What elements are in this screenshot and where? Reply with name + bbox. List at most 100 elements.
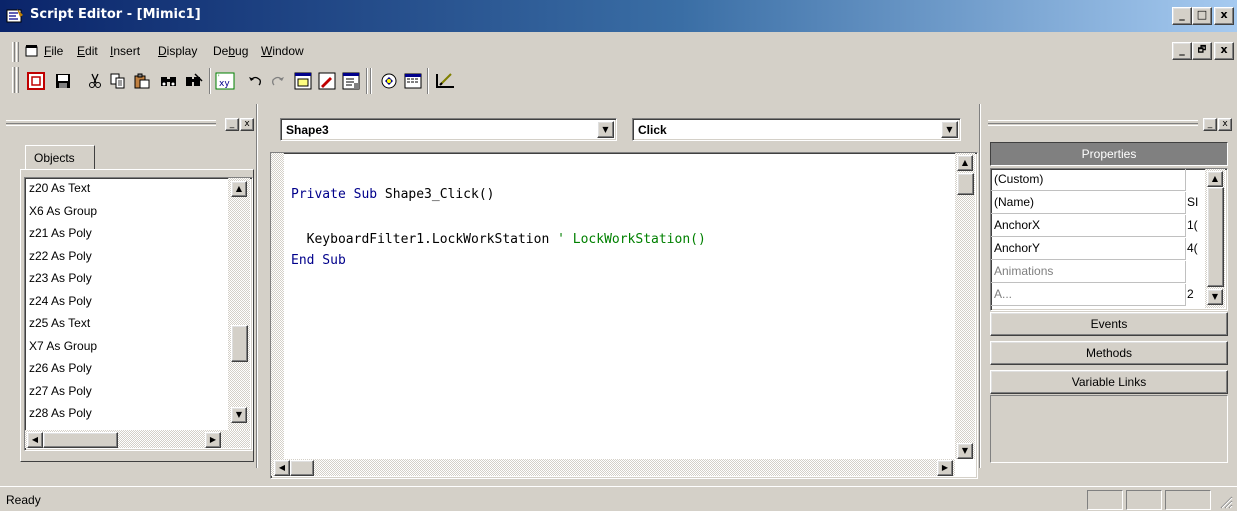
objects-panel-minimize-button[interactable]: _ xyxy=(225,118,239,131)
scroll-left-button[interactable]: ◀ xyxy=(27,432,43,448)
maximize-button[interactable]: □ xyxy=(1192,7,1212,25)
properties-grid[interactable]: (Custom) (Name) SI AnchorX 1(AnchorY 4(Animat… xyxy=(990,168,1228,311)
properties-panel-close-button[interactable]: x xyxy=(1218,118,1232,131)
right-splitter[interactable] xyxy=(979,104,981,468)
property-row[interactable]: (Custom) xyxy=(991,169,1186,191)
left-splitter[interactable] xyxy=(256,104,258,468)
event-select[interactable]: Click ▼ xyxy=(632,118,961,141)
properties-scroll-down-button[interactable]: ▼ xyxy=(1207,289,1223,305)
properties-scroll-up-button[interactable]: ▲ xyxy=(1207,171,1223,187)
code-line-2[interactable]: KeyboardFilter1.LockWorkStation ' LockWo… xyxy=(291,232,706,247)
properties-panel-minimize-button[interactable]: _ xyxy=(1203,118,1217,131)
property-row[interactable]: AnchorX 1( xyxy=(991,215,1198,237)
compile-icon[interactable] xyxy=(378,70,400,92)
property-value[interactable]: 2 xyxy=(1187,287,1194,301)
scroll-down-button[interactable]: ▼ xyxy=(231,407,247,423)
code-scroll-right-button[interactable]: ▶ xyxy=(937,460,953,476)
close-icon: x xyxy=(1220,8,1228,21)
menu-display[interactable]: Display xyxy=(158,44,197,58)
list-item[interactable]: z26 As Poly xyxy=(29,361,92,375)
procedure-icon[interactable] xyxy=(316,70,338,92)
list-item[interactable]: z21 As Poly xyxy=(29,226,92,240)
child-close-button[interactable]: x xyxy=(1214,42,1234,60)
list-item[interactable]: X7 As Group xyxy=(29,339,97,353)
list-item[interactable]: z22 As Poly xyxy=(29,249,92,263)
list-item[interactable]: z23 As Poly xyxy=(29,271,92,285)
menu-grip[interactable] xyxy=(12,42,15,62)
objects-vertical-thumb[interactable] xyxy=(231,325,248,362)
property-row[interactable]: Animations xyxy=(991,261,1186,283)
close-button[interactable]: x xyxy=(1214,7,1234,25)
cut-icon[interactable] xyxy=(84,70,106,92)
menu-file[interactable]: File xyxy=(44,44,63,58)
menu-window[interactable]: Window xyxy=(261,44,304,58)
minimize-button[interactable]: _ xyxy=(1172,7,1192,25)
child-minimize-button[interactable]: _ xyxy=(1172,42,1192,60)
variable-links-section-label: Variable Links xyxy=(1071,375,1147,389)
menu-edit[interactable]: Edit xyxy=(77,44,98,58)
edit-icon[interactable] xyxy=(434,70,456,92)
scroll-right-icon: ▶ xyxy=(941,463,949,472)
undo-icon[interactable] xyxy=(244,70,266,92)
copy-icon[interactable] xyxy=(107,70,129,92)
menu-debug[interactable]: Debug xyxy=(213,44,248,58)
property-row[interactable]: AnchorY 4( xyxy=(991,238,1198,260)
methods-section-button[interactable]: Methods xyxy=(990,341,1228,365)
code-vertical-thumb[interactable] xyxy=(957,173,974,195)
objects-panel-grip[interactable] xyxy=(6,120,216,124)
redo-icon[interactable] xyxy=(267,70,289,92)
find-icon[interactable] xyxy=(158,70,180,92)
events-section-button[interactable]: Events xyxy=(990,312,1228,336)
scroll-right-button[interactable]: ▶ xyxy=(205,432,221,448)
objects-panel-close-button[interactable]: x xyxy=(240,118,254,131)
properties-panel-grip[interactable] xyxy=(988,120,1198,124)
properties-header[interactable]: Properties xyxy=(990,142,1228,166)
property-row[interactable]: A... 2 xyxy=(991,284,1194,306)
objects-list[interactable]: z20 As Text X6 As Group z21 As Poly z22 As … xyxy=(24,177,253,451)
object-browser-icon[interactable] xyxy=(292,70,314,92)
property-value[interactable]: SI xyxy=(1187,195,1198,209)
variable-links-section-button[interactable]: Variable Links xyxy=(990,370,1228,394)
replace-icon[interactable] xyxy=(183,70,205,92)
scroll-up-button[interactable]: ▲ xyxy=(231,181,247,197)
properties-vertical-thumb[interactable] xyxy=(1207,187,1224,287)
list-item[interactable]: z20 As Text xyxy=(29,181,90,195)
code-line-1[interactable]: Private Sub Shape3_Click() xyxy=(291,187,495,202)
list-item[interactable]: z27 As Poly xyxy=(29,384,92,398)
variables-icon[interactable]: xy ' xyxy=(214,70,236,92)
code-horizontal-scrollbar[interactable] xyxy=(271,459,955,476)
code-line-3[interactable]: End Sub xyxy=(291,253,346,268)
property-value[interactable]: 1( xyxy=(1187,218,1198,232)
properties-icon[interactable] xyxy=(340,70,362,92)
paste-icon[interactable] xyxy=(131,70,153,92)
menu-insert[interactable]: Insert xyxy=(110,44,140,58)
list-item[interactable]: z28 As Poly xyxy=(29,406,92,420)
objects-horizontal-thumb[interactable] xyxy=(43,432,118,448)
code-horizontal-thumb[interactable] xyxy=(290,460,314,476)
script-editor-app-icon[interactable] xyxy=(6,8,24,24)
document-icon[interactable] xyxy=(25,44,39,58)
save-icon[interactable] xyxy=(52,70,74,92)
dialog-editor-icon[interactable] xyxy=(402,70,424,92)
object-select[interactable]: Shape3 ▼ xyxy=(280,118,617,141)
list-item[interactable]: z24 As Poly xyxy=(29,294,92,308)
code-editor[interactable]: Private Sub Shape3_Click() KeyboardFilte… xyxy=(270,152,978,479)
code-margin[interactable] xyxy=(271,153,284,459)
event-select-dropdown-button[interactable]: ▼ xyxy=(941,121,958,138)
toolbar-grip[interactable] xyxy=(12,67,15,93)
child-restore-button[interactable]: 🗗 xyxy=(1192,42,1212,60)
property-row[interactable]: (Name) SI xyxy=(991,192,1198,214)
code-scroll-left-button[interactable]: ◀ xyxy=(274,460,290,476)
object-select-dropdown-button[interactable]: ▼ xyxy=(597,121,614,138)
property-value[interactable]: 4( xyxy=(1187,241,1198,255)
objects-vertical-scrollbar[interactable] xyxy=(228,178,250,430)
code-vertical-scrollbar[interactable] xyxy=(955,153,975,459)
list-item[interactable]: X6 As Group xyxy=(29,204,97,218)
tab-objects[interactable]: Objects xyxy=(25,145,95,170)
code-scroll-down-button[interactable]: ▼ xyxy=(957,443,973,459)
resize-grip-icon[interactable] xyxy=(1219,495,1233,509)
stop-icon[interactable] xyxy=(25,70,47,92)
list-item[interactable]: z25 As Text xyxy=(29,316,90,330)
code-scroll-up-button[interactable]: ▲ xyxy=(957,155,973,171)
close-icon: x xyxy=(1222,119,1228,129)
